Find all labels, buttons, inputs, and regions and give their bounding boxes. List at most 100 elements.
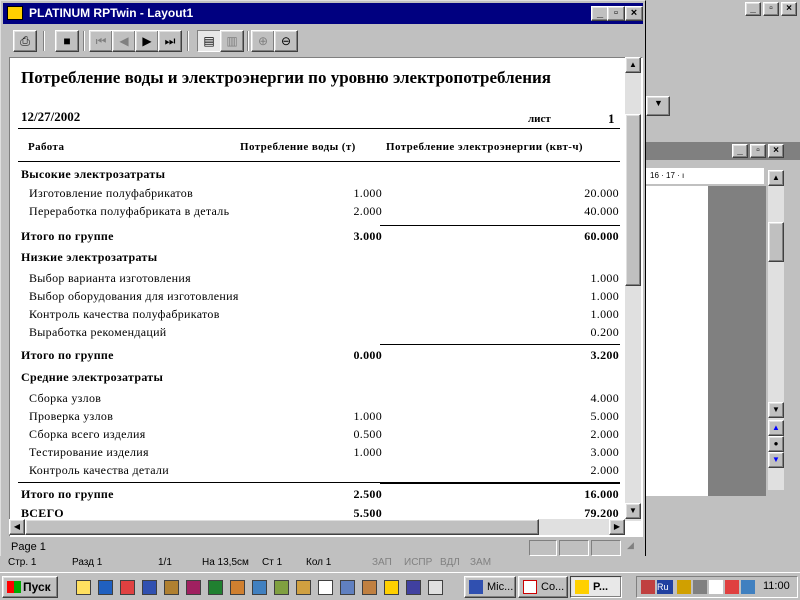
access-icon[interactable] — [186, 580, 201, 595]
document-titlebar: _ ▫ × — [646, 142, 800, 160]
ws-line: Ст 1 — [262, 557, 283, 568]
close-button[interactable]: × — [625, 6, 643, 21]
report-date: 12/27/2002 — [21, 109, 81, 124]
task-button-rptwin[interactable]: P... — [570, 576, 622, 598]
col-header-water: Потребление воды (т) — [240, 141, 356, 153]
prev-page-icon[interactable]: ▲ — [768, 420, 784, 436]
toolbar-separator — [247, 31, 249, 51]
browse-object-icon[interactable]: ● — [768, 436, 784, 452]
ws-pages: 1/1 — [158, 557, 172, 568]
app-icon[interactable] — [428, 580, 443, 595]
word-icon[interactable] — [142, 580, 157, 595]
scroll-up-icon[interactable]: ▲ — [625, 57, 641, 73]
task-button-co[interactable]: Co... — [518, 576, 568, 598]
rptwin-window: PLATINUM RPTwin - Layout1 _ ▫ × ⎙ ■ ⏮ ◀ … — [0, 0, 646, 558]
subtotal-rule — [380, 225, 620, 226]
energy-value: 5.000 — [590, 409, 619, 423]
ws-page: Стр. 1 — [8, 557, 37, 568]
doc-close-button[interactable]: × — [768, 144, 784, 158]
table-row: Тестирование изделия 1.000 3.000 — [10, 445, 624, 463]
app-icon[interactable] — [296, 580, 311, 595]
row-label: Выбор оборудования для изготовления — [29, 289, 239, 303]
background-restore-button[interactable]: ▫ — [763, 2, 779, 16]
window-titlebar[interactable]: PLATINUM RPTwin - Layout1 _ ▫ × — [3, 3, 643, 24]
tray-app-icon[interactable] — [641, 580, 655, 594]
doc-vertical-scrollbar[interactable]: ▲ ▼ ▲ ● ▼ — [768, 170, 784, 490]
table-row: Выбор оборудования для изготовления 1.000 — [10, 289, 624, 307]
language-indicator[interactable]: Ru — [657, 580, 673, 594]
last-page-button[interactable]: ⏭ — [158, 30, 182, 52]
excel-icon[interactable] — [208, 580, 223, 595]
two-page-button[interactable]: ▥ — [220, 30, 244, 52]
print-button[interactable]: ⎙ — [13, 30, 37, 52]
browser-icon[interactable] — [98, 580, 113, 595]
toolbar-separator — [187, 31, 189, 51]
group-header-row: Низкие электрозатраты — [10, 250, 624, 268]
row-label: Контроль качества полуфабрикатов — [29, 307, 220, 321]
folder-icon[interactable] — [76, 580, 91, 595]
taskbar: Пуск Mic... Co... P... Ru 11:00 — [0, 572, 800, 600]
report-viewport[interactable]: Потребление воды и электроэнергии по уро… — [9, 57, 643, 537]
doc-restore-button[interactable]: ▫ — [750, 144, 766, 158]
app-icon[interactable] — [164, 580, 179, 595]
zoom-out-button[interactable]: ⊖ — [274, 30, 298, 52]
next-page-button[interactable]: ▶ — [135, 30, 159, 52]
scroll-down-icon[interactable]: ▼ — [625, 503, 641, 519]
volume-icon[interactable] — [693, 580, 707, 594]
horizontal-scroll-thumb[interactable] — [25, 519, 539, 535]
task-label: Co... — [541, 581, 565, 593]
first-page-button[interactable]: ⏮ — [89, 30, 113, 52]
resize-grip-icon[interactable]: ◢ — [627, 540, 641, 556]
row-label: Низкие электрозатраты — [21, 250, 158, 264]
row-label: Выбор варианта изготовления — [29, 271, 191, 285]
report-page: Потребление воды и электроэнергии по уро… — [10, 58, 624, 522]
ws-ovr[interactable]: ЗАМ — [470, 557, 491, 568]
background-document-window: _ ▫ × 16 · 17 · ı ▲ ▼ ▲ ● ▼ — [646, 140, 800, 496]
app-icon[interactable] — [384, 580, 399, 595]
tray-app-icon[interactable] — [741, 580, 755, 594]
group-header-row: Средние электрозатраты — [10, 370, 624, 388]
energy-value: 1.000 — [590, 271, 619, 285]
prev-page-button[interactable]: ◀ — [112, 30, 136, 52]
ws-trk[interactable]: ИСПР — [404, 557, 432, 568]
app-icon[interactable] — [406, 580, 421, 595]
app-icon[interactable] — [274, 580, 289, 595]
status-text: Page 1 — [11, 541, 46, 553]
vertical-scroll-thumb[interactable] — [625, 114, 641, 286]
task-button-word[interactable]: Mic... — [464, 576, 516, 598]
row-label: Высокие электрозатраты — [21, 167, 166, 181]
ws-ext[interactable]: ВДЛ — [440, 557, 460, 568]
background-minimize-button[interactable]: _ — [745, 2, 761, 16]
single-page-button[interactable]: ▤ — [197, 30, 221, 52]
water-value: 2.500 — [353, 487, 382, 501]
app-icon[interactable] — [252, 580, 267, 595]
background-close-button[interactable]: × — [781, 2, 797, 16]
doc-scroll-thumb[interactable] — [768, 222, 784, 262]
next-page-icon[interactable]: ▼ — [768, 452, 784, 468]
energy-value: 16.000 — [584, 487, 619, 501]
energy-value: 2.000 — [590, 427, 619, 441]
tray-app-icon[interactable] — [677, 580, 691, 594]
scroll-down-icon[interactable]: ▼ — [768, 402, 784, 418]
total-row: Итого по группе 2.500 16.000 — [10, 487, 624, 505]
scroll-up-icon[interactable]: ▲ — [768, 170, 784, 186]
maximize-button[interactable]: ▫ — [607, 6, 625, 21]
mail-icon[interactable] — [120, 580, 135, 595]
water-value: 1.000 — [353, 445, 382, 459]
target-icon[interactable] — [318, 580, 333, 595]
zoom-in-button[interactable]: ⊕ — [251, 30, 275, 52]
app-icon[interactable] — [362, 580, 377, 595]
ws-rec[interactable]: ЗАП — [372, 557, 392, 568]
chart-icon[interactable] — [340, 580, 355, 595]
tray-app-icon[interactable] — [725, 580, 739, 594]
energy-value: 1.000 — [590, 307, 619, 321]
document-page[interactable] — [646, 186, 708, 496]
start-button[interactable]: Пуск — [2, 576, 58, 598]
powerpoint-icon[interactable] — [230, 580, 245, 595]
windows-logo-icon — [7, 581, 21, 593]
scroll-right-icon[interactable]: ▶ — [609, 519, 625, 535]
scroll-left-icon[interactable]: ◀ — [9, 519, 25, 535]
target-icon[interactable] — [709, 580, 723, 594]
stop-button[interactable]: ■ — [55, 30, 79, 52]
doc-minimize-button[interactable]: _ — [732, 144, 748, 158]
